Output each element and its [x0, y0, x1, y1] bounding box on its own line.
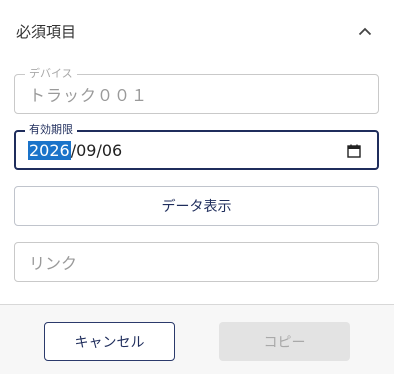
footer-bar: キャンセル コピー — [0, 305, 394, 374]
calendar-icon[interactable] — [347, 143, 361, 158]
device-field: デバイス トラック００１ — [14, 67, 379, 114]
link-input[interactable]: リンク — [14, 242, 379, 282]
chevron-up-icon[interactable] — [356, 22, 374, 40]
cancel-button[interactable]: キャンセル — [44, 322, 175, 361]
data-display-button[interactable]: データ表示 — [14, 186, 379, 226]
date-year-segment[interactable]: 2026 — [28, 140, 71, 160]
required-items-panel: 必須項目 デバイス トラック００１ 有効期限 2026/09/06 データ表示 … — [0, 0, 394, 374]
device-value: トラック００１ — [29, 86, 149, 105]
link-placeholder: リンク — [29, 254, 78, 273]
copy-button[interactable]: コピー — [219, 322, 350, 361]
section-header[interactable]: 必須項目 — [0, 0, 394, 62]
date-month-day-segment[interactable]: /09/06 — [71, 141, 123, 160]
expiry-date-input[interactable]: 有効期限 2026/09/06 — [14, 123, 379, 170]
expiry-date-value[interactable]: 2026/09/06 — [28, 132, 122, 168]
section-title: 必須項目 — [16, 22, 77, 41]
